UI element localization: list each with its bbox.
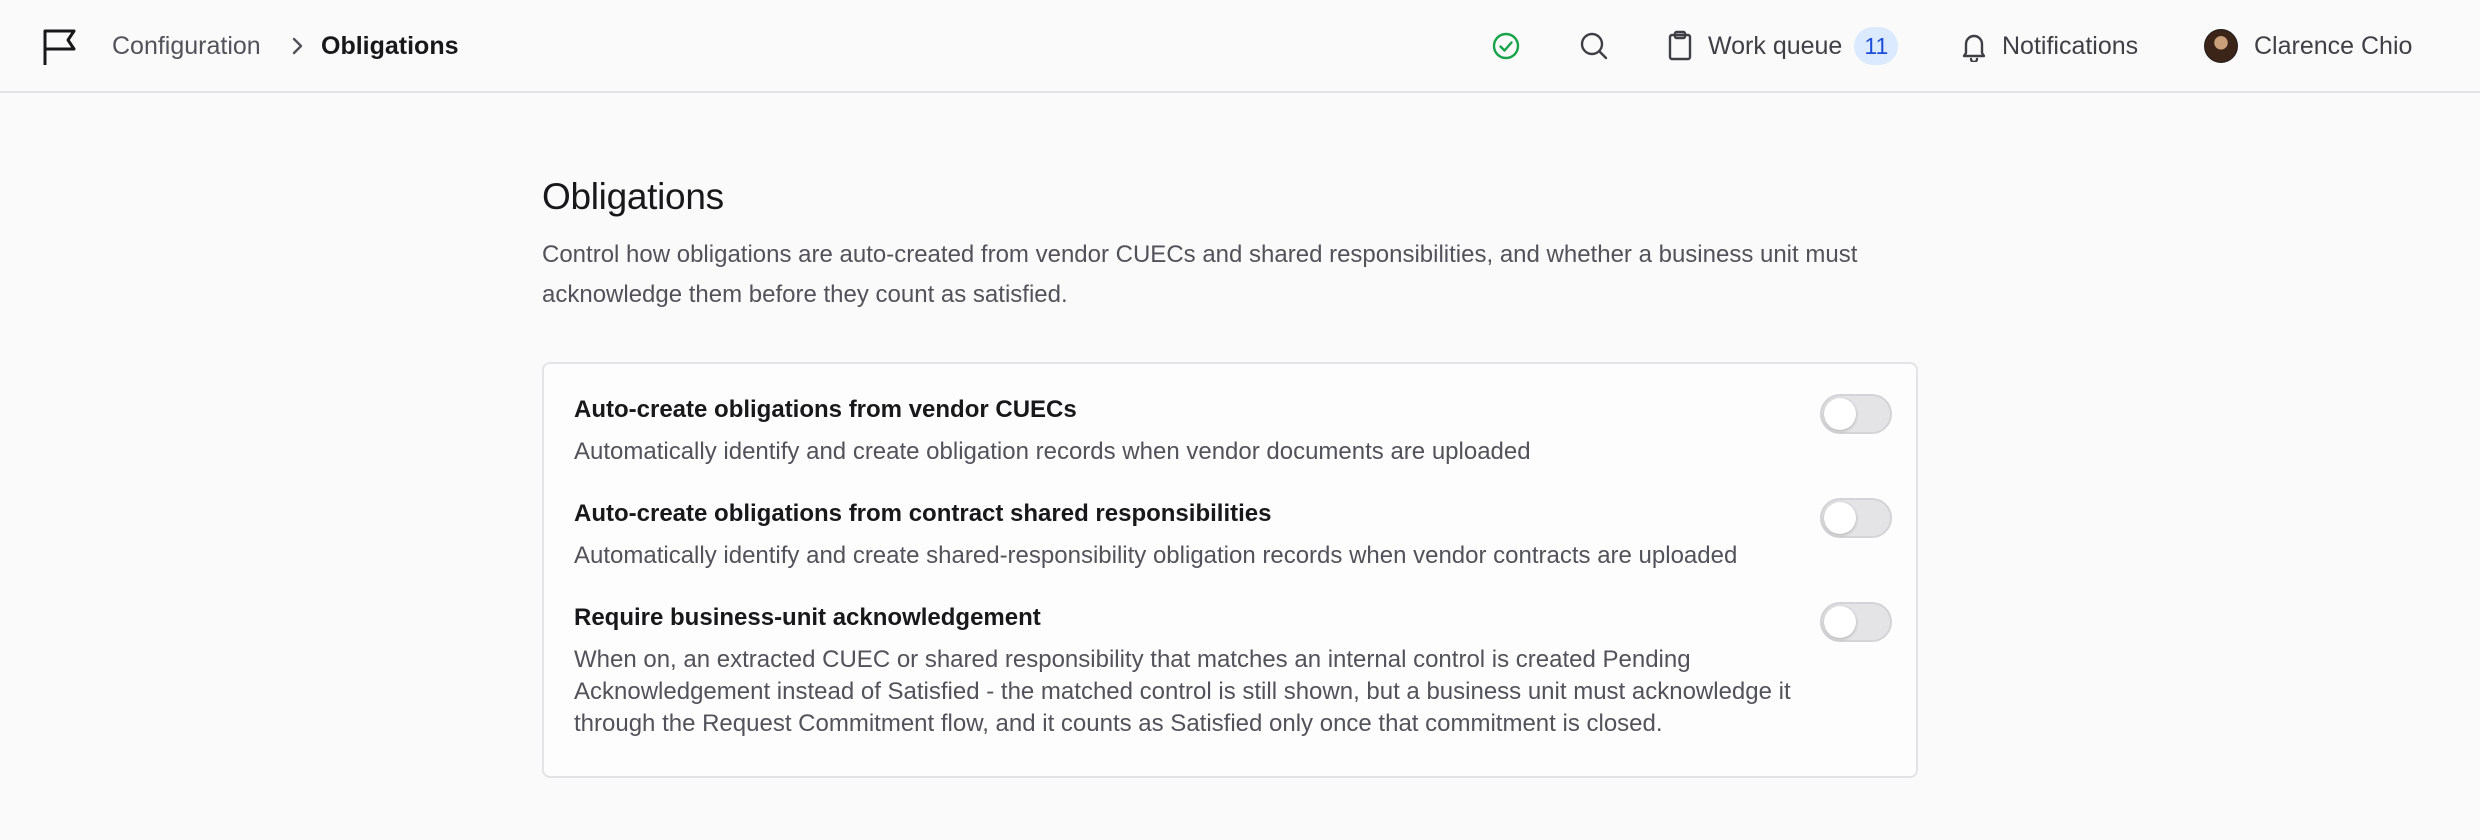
toggle-knob — [1824, 606, 1856, 638]
setting-description: Automatically identify and create obliga… — [574, 438, 1531, 465]
user-name: Clarence Chio — [2254, 31, 2413, 60]
bell-icon — [1962, 34, 1986, 62]
check-circle-icon[interactable] — [1490, 30, 1522, 62]
setting-auto-create-cuecs: Auto-create obligations from vendor CUEC… — [574, 394, 1892, 468]
setting-auto-create-shared-responsibilities: Auto-create obligations from contract sh… — [574, 498, 1892, 572]
clipboard-icon — [1668, 30, 1692, 61]
chevron-right-icon — [292, 37, 303, 55]
require-acknowledgement-toggle[interactable] — [1820, 602, 1892, 642]
toggle-knob — [1824, 502, 1856, 534]
notifications-label: Notifications — [2002, 31, 2139, 60]
auto-create-cuecs-toggle[interactable] — [1820, 394, 1892, 434]
top-bar: Configuration Obligations Work queue 11 … — [0, 0, 2480, 93]
page-title: Obligations — [542, 176, 724, 217]
user-menu-button[interactable]: Clarence Chio — [2204, 22, 2412, 70]
toggle-knob — [1824, 398, 1856, 430]
search-icon[interactable] — [1578, 30, 1610, 62]
work-queue-label: Work queue — [1708, 31, 1843, 60]
notifications-button[interactable]: Notifications — [1958, 22, 2138, 70]
avatar — [2204, 29, 2238, 63]
flag-icon[interactable] — [40, 27, 80, 67]
work-queue-button[interactable]: Work queue 11 — [1664, 22, 1899, 70]
setting-require-acknowledgement: Require business-unit acknowledgement Wh… — [574, 602, 1892, 740]
settings-card: Auto-create obligations from vendor CUEC… — [542, 362, 1918, 778]
setting-description: Automatically identify and create shared… — [574, 542, 1738, 569]
setting-description: When on, an extracted CUEC or shared res… — [574, 646, 1791, 737]
auto-create-shared-responsibilities-toggle[interactable] — [1820, 498, 1892, 538]
breadcrumb-configuration[interactable]: Configuration — [112, 30, 261, 62]
setting-title: Auto-create obligations from vendor CUEC… — [574, 396, 1077, 423]
breadcrumb-current: Obligations — [321, 32, 459, 60]
setting-title: Require business-unit acknowledgement — [574, 604, 1041, 631]
work-queue-count-badge: 11 — [1854, 27, 1899, 65]
setting-title: Auto-create obligations from contract sh… — [574, 500, 1272, 527]
page-description: Control how obligations are auto-created… — [542, 241, 1858, 308]
